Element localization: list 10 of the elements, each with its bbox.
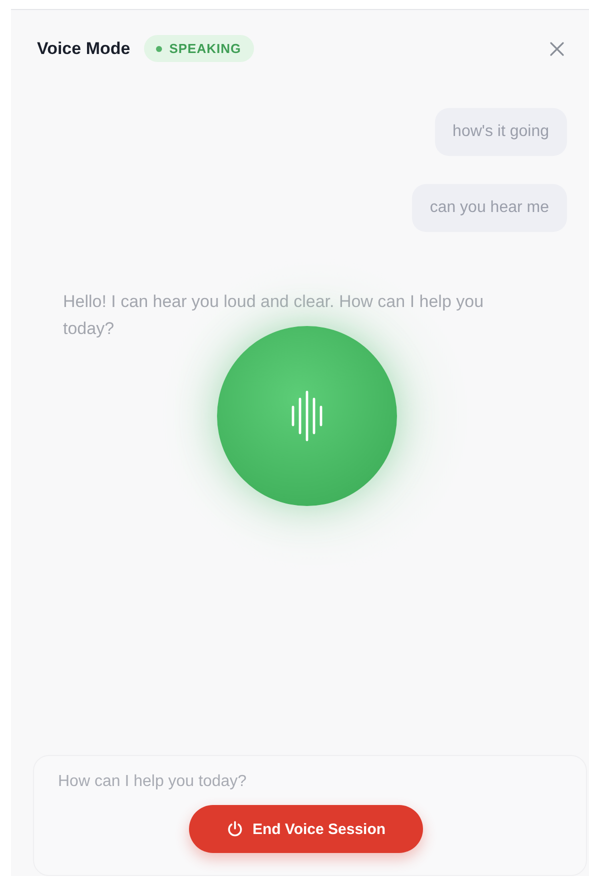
end-voice-session-button[interactable]: End Voice Session	[189, 805, 423, 853]
message-input[interactable]: How can I help you today?	[56, 772, 568, 792]
voice-mode-title: Voice Mode	[37, 38, 130, 58]
close-icon[interactable]	[549, 40, 565, 56]
sound-wave-icon	[290, 389, 324, 443]
assistant-message: Hello! I can hear you loud and clear. How can I help you today?	[63, 291, 485, 340]
power-icon	[226, 820, 244, 838]
user-message-bubble: how's it going	[434, 108, 567, 156]
user-message-bubble: can you hear me	[412, 184, 567, 232]
status-badge: SPEAKING	[144, 35, 254, 62]
